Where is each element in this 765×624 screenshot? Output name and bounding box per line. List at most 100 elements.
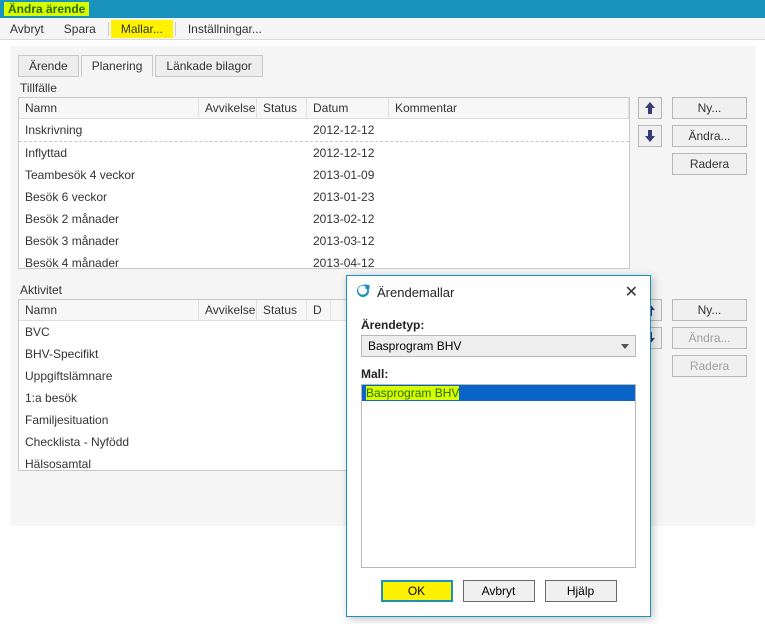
arendetyp-select[interactable]: Basprogram BHV xyxy=(361,335,636,357)
toolbar-templates[interactable]: Mallar... xyxy=(111,20,173,38)
cell-d xyxy=(307,411,331,429)
cell-status xyxy=(257,367,307,385)
cell-d xyxy=(307,323,331,341)
cell-status xyxy=(257,144,307,162)
cell-datum: 2013-01-23 xyxy=(307,188,389,206)
col-namn[interactable]: Namn xyxy=(19,98,199,118)
cell-status xyxy=(257,166,307,184)
arrow-up-icon xyxy=(645,102,655,114)
cell-namn: Inskrivning xyxy=(19,121,199,139)
cell-namn: Besök 3 månader xyxy=(19,232,199,250)
cell-status xyxy=(257,232,307,250)
refresh-icon xyxy=(355,283,371,302)
mall-list-item[interactable]: Basprogram BHV xyxy=(362,385,635,401)
cell-namn: BVC xyxy=(19,323,199,341)
mall-item-label: Basprogram BHV xyxy=(366,386,459,400)
table-row[interactable]: Besök 6 veckor 2013-01-23 xyxy=(19,186,629,208)
cell-avvikelse xyxy=(199,411,257,429)
tillfalle-move-down[interactable] xyxy=(638,125,662,147)
cell-avvikelse xyxy=(199,367,257,385)
tillfalle-delete-button[interactable]: Radera xyxy=(672,153,747,175)
cell-avvikelse xyxy=(199,455,257,469)
tillfalle-label: Tillfälle xyxy=(20,81,747,95)
cell-kommentar xyxy=(389,188,629,206)
cell-kommentar xyxy=(389,166,629,184)
table-row[interactable]: Besök 3 månader2013-03-12 xyxy=(19,230,629,252)
cell-d xyxy=(307,367,331,385)
cell-avvikelse xyxy=(199,188,257,206)
dialog-ok-button[interactable]: OK xyxy=(381,580,453,602)
cell-kommentar xyxy=(389,121,629,139)
cell-datum: 2012-12-12 xyxy=(307,121,389,139)
col-avvikelse[interactable]: Avvikelse xyxy=(199,98,257,118)
cell-namn: Hälsosamtal xyxy=(19,455,199,469)
col-status[interactable]: Status xyxy=(257,98,307,118)
cell-namn: Uppgiftslämnare xyxy=(19,367,199,385)
tillfalle-move-up[interactable] xyxy=(638,97,662,119)
cell-namn: Besök 6 veckor xyxy=(19,188,199,206)
tillfalle-grid[interactable]: Namn Avvikelse Status Datum Kommentar In… xyxy=(18,97,630,269)
cell-namn: BHV-Specifikt xyxy=(19,345,199,363)
cell-kommentar xyxy=(389,232,629,250)
cell-avvikelse xyxy=(199,144,257,162)
toolbar-cancel[interactable]: Avbryt xyxy=(0,20,54,38)
dialog-title: Ärendemallar xyxy=(377,285,454,300)
cell-datum: 2013-01-09 xyxy=(307,166,389,184)
cell-datum: 2012-12-12 xyxy=(307,144,389,162)
col-namn[interactable]: Namn xyxy=(19,300,199,320)
cell-kommentar xyxy=(389,144,629,162)
cell-status xyxy=(257,210,307,228)
table-row[interactable]: Teambesök 4 veckor2013-01-09 xyxy=(19,164,629,186)
cell-d xyxy=(307,433,331,451)
tab-bilagor[interactable]: Länkade bilagor xyxy=(155,55,262,77)
cell-namn: Besök 4 månader xyxy=(19,254,199,267)
arrow-down-icon xyxy=(645,130,655,142)
cell-status xyxy=(257,254,307,267)
cell-avvikelse xyxy=(199,210,257,228)
tillfalle-edit-button[interactable]: Ändra... xyxy=(672,125,747,147)
col-datum[interactable]: Datum xyxy=(307,98,389,118)
aktivitet-edit-button[interactable]: Ändra... xyxy=(672,327,747,349)
arendetyp-label: Ärendetyp: xyxy=(361,318,636,332)
cell-status xyxy=(257,433,307,451)
cell-avvikelse xyxy=(199,232,257,250)
col-avvikelse[interactable]: Avvikelse xyxy=(199,300,257,320)
table-row[interactable]: Inskrivning 2012-12-12 xyxy=(19,119,629,142)
cell-kommentar xyxy=(389,210,629,228)
cell-status xyxy=(257,121,307,139)
tillfalle-new-button[interactable]: Ny... xyxy=(672,97,747,119)
col-kommentar[interactable]: Kommentar xyxy=(389,98,629,118)
cell-status xyxy=(257,455,307,469)
table-row[interactable]: Besök 2 månader2013-02-12 xyxy=(19,208,629,230)
tab-planering[interactable]: Planering xyxy=(81,55,154,77)
cell-status xyxy=(257,345,307,363)
cell-namn: Familjesituation xyxy=(19,411,199,429)
cell-avvikelse xyxy=(199,345,257,363)
dialog-close-button[interactable]: ✕ xyxy=(621,282,642,302)
tab-arende[interactable]: Ärende xyxy=(18,55,79,77)
cell-namn: Inflyttad xyxy=(19,144,199,162)
cell-avvikelse xyxy=(199,254,257,267)
cell-avvikelse xyxy=(199,121,257,139)
aktivitet-new-button[interactable]: Ny... xyxy=(672,299,747,321)
toolbar-settings[interactable]: Inställningar... xyxy=(178,20,272,38)
cell-d xyxy=(307,389,331,407)
cell-status xyxy=(257,411,307,429)
cell-namn: Checklista - Nyfödd xyxy=(19,433,199,451)
table-row[interactable]: Besök 4 månader 2013-04-12 xyxy=(19,252,629,267)
dialog-cancel-button[interactable]: Avbryt xyxy=(463,580,535,602)
mall-listbox[interactable]: Basprogram BHV xyxy=(361,384,636,568)
col-d[interactable]: D xyxy=(307,300,331,320)
toolbar: Avbryt Spara Mallar... Inställningar... xyxy=(0,18,765,40)
table-row[interactable]: Inflyttad 2012-12-12 xyxy=(19,142,629,164)
dialog-help-button[interactable]: Hjälp xyxy=(545,580,617,602)
cell-d xyxy=(307,455,331,469)
cell-datum: 2013-02-12 xyxy=(307,210,389,228)
aktivitet-delete-button[interactable]: Radera xyxy=(672,355,747,377)
window-title-bar: Ändra ärende xyxy=(0,0,765,18)
col-status[interactable]: Status xyxy=(257,300,307,320)
toolbar-save[interactable]: Spara xyxy=(54,20,106,38)
cell-avvikelse xyxy=(199,166,257,184)
chevron-down-icon xyxy=(621,344,629,349)
cell-datum: 2013-04-12 xyxy=(307,254,389,267)
